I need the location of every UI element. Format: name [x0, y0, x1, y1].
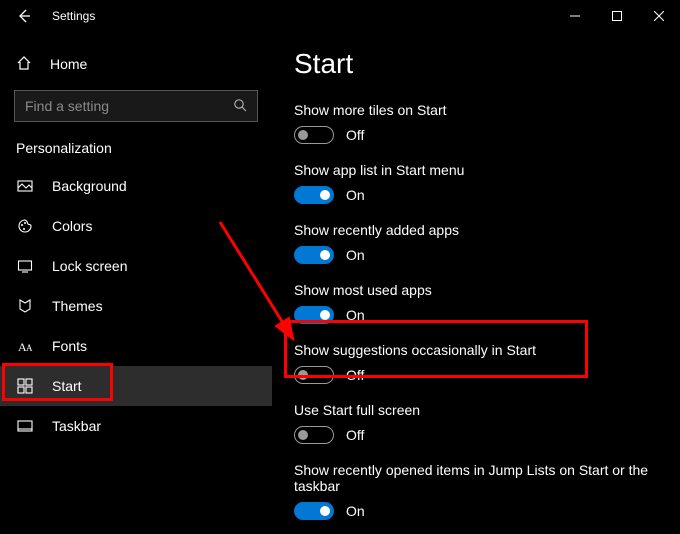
search-placeholder: Find a setting: [25, 98, 109, 114]
page-title: Start: [294, 48, 658, 80]
setting-label: Show recently opened items in Jump Lists…: [294, 462, 658, 494]
toggle-state-label: On: [346, 247, 365, 263]
setting-row: Show suggestions occasionally in Start Of…: [294, 342, 658, 384]
toggle-switch[interactable]: [294, 366, 334, 384]
toggle-switch[interactable]: [294, 186, 334, 204]
sidebar-item-colors[interactable]: Colors: [0, 206, 272, 246]
section-header: Personalization: [0, 140, 272, 166]
sidebar-item-label: Taskbar: [52, 418, 101, 434]
taskbar-icon: [16, 418, 34, 434]
sidebar-item-label: Colors: [52, 218, 92, 234]
sidebar-item-label: Start: [52, 378, 82, 394]
toggle-state-label: On: [346, 307, 365, 323]
sidebar-home[interactable]: Home: [0, 46, 272, 82]
back-button[interactable]: [14, 6, 34, 26]
setting-label: Show recently added apps: [294, 222, 658, 238]
sidebar-home-label: Home: [50, 56, 87, 72]
setting-label: Show app list in Start menu: [294, 162, 658, 178]
sidebar-item-themes[interactable]: Themes: [0, 286, 272, 326]
toggle-switch[interactable]: [294, 246, 334, 264]
setting-row: Show more tiles on Start Off: [294, 102, 658, 144]
setting-label: Show more tiles on Start: [294, 102, 658, 118]
window-controls: [554, 0, 680, 32]
sidebar-item-start[interactable]: Start: [0, 366, 272, 406]
home-icon: [16, 55, 32, 74]
toggle-switch[interactable]: [294, 306, 334, 324]
minimize-button[interactable]: [554, 0, 596, 32]
sidebar-item-fonts[interactable]: AA Fonts: [0, 326, 272, 366]
svg-text:A: A: [26, 343, 33, 353]
toggle-state-label: Off: [346, 367, 364, 383]
window-title: Settings: [52, 9, 95, 23]
setting-label: Use Start full screen: [294, 402, 658, 418]
setting-row: Show app list in Start menu On: [294, 162, 658, 204]
sidebar-item-label: Lock screen: [52, 258, 127, 274]
setting-row: Show recently added apps On: [294, 222, 658, 264]
themes-icon: [16, 298, 34, 314]
setting-label: Show most used apps: [294, 282, 658, 298]
setting-row: Show most used apps On: [294, 282, 658, 324]
search-input[interactable]: Find a setting: [14, 90, 258, 122]
setting-row: Show recently opened items in Jump Lists…: [294, 462, 658, 520]
toggle-switch[interactable]: [294, 126, 334, 144]
toggle-switch[interactable]: [294, 426, 334, 444]
search-icon: [233, 98, 247, 115]
toggle-switch[interactable]: [294, 502, 334, 520]
fonts-icon: AA: [16, 338, 34, 354]
background-icon: [16, 178, 34, 194]
toggle-state-label: Off: [346, 427, 364, 443]
maximize-button[interactable]: [596, 0, 638, 32]
sidebar-item-label: Background: [52, 178, 127, 194]
sidebar-item-background[interactable]: Background: [0, 166, 272, 206]
lock-screen-icon: [16, 258, 34, 274]
toggle-state-label: On: [346, 503, 365, 519]
setting-label: Show suggestions occasionally in Start: [294, 342, 658, 358]
sidebar-item-label: Themes: [52, 298, 103, 314]
toggle-state-label: On: [346, 187, 365, 203]
sidebar: Home Find a setting Personalization Back…: [0, 32, 272, 534]
toggle-state-label: Off: [346, 127, 364, 143]
colors-icon: [16, 218, 34, 234]
sidebar-item-lock-screen[interactable]: Lock screen: [0, 246, 272, 286]
setting-row: Use Start full screen Off: [294, 402, 658, 444]
sidebar-item-label: Fonts: [52, 338, 87, 354]
sidebar-item-taskbar[interactable]: Taskbar: [0, 406, 272, 446]
close-button[interactable]: [638, 0, 680, 32]
start-icon: [16, 378, 34, 394]
content-pane: Start Show more tiles on Start Off Show ap…: [272, 32, 680, 534]
